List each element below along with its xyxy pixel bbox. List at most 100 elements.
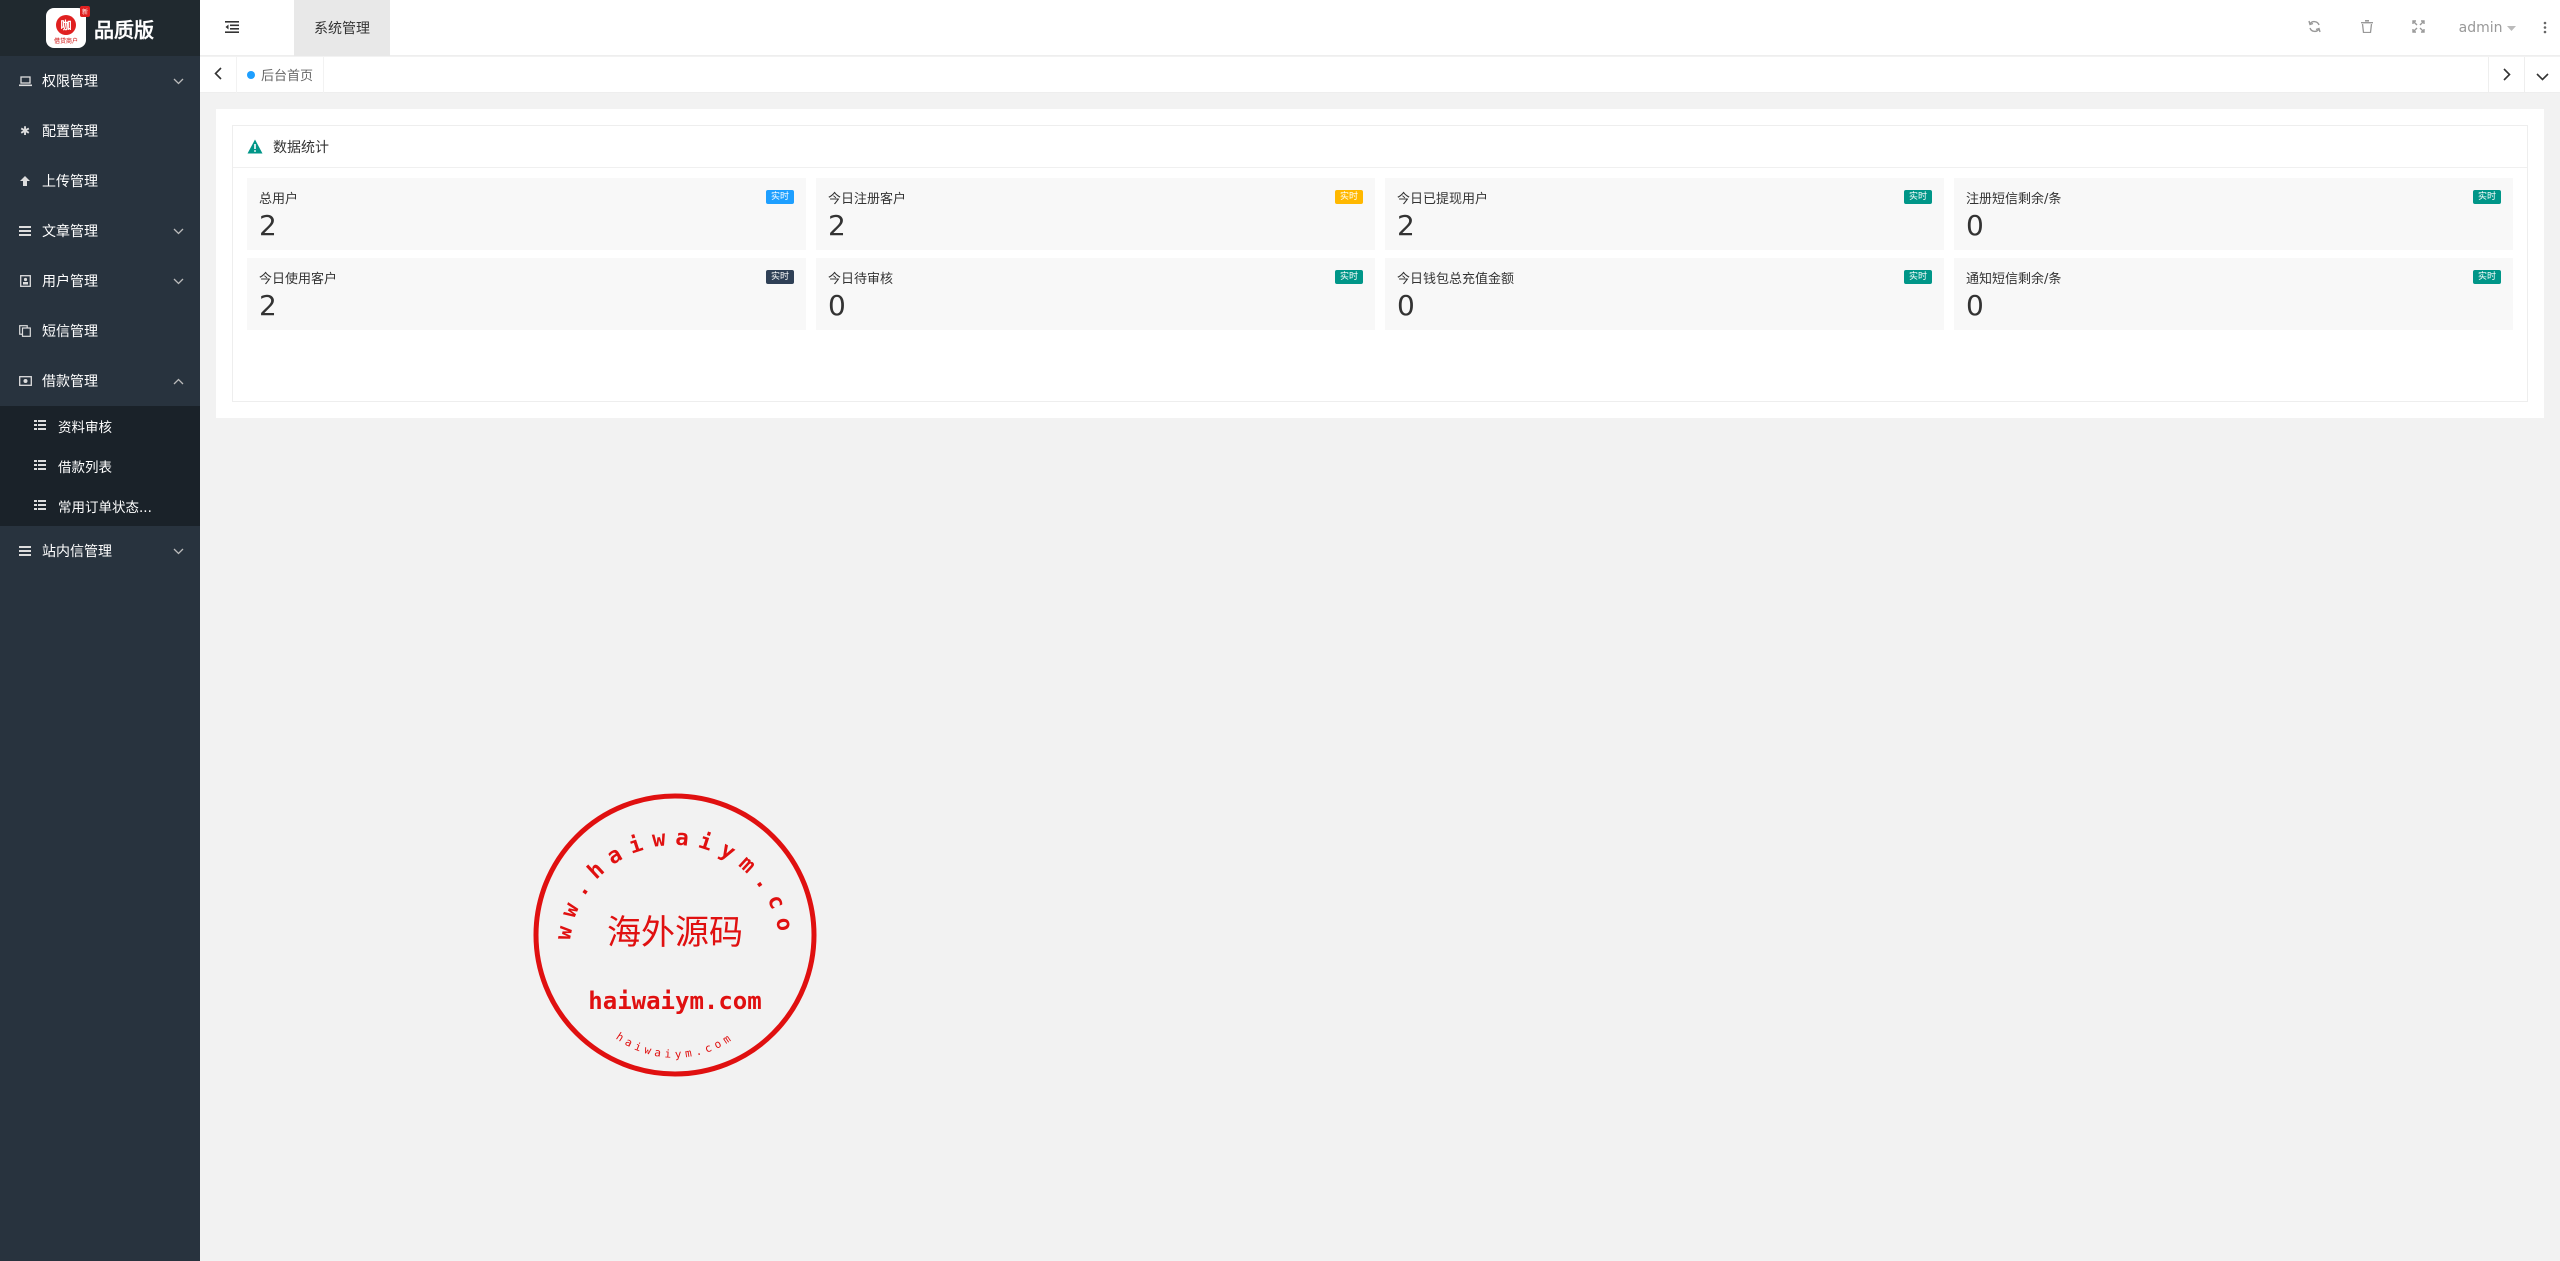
realtime-badge: 实时: [2472, 270, 2501, 284]
sidebar-item-config[interactable]: ✱ 配置管理: [0, 106, 200, 156]
main-content: 数据统计 总用户 2 实时 今日注册客户 2 实时 今日已提现用户 2 实时 注…: [216, 109, 2544, 418]
stat-value: 0: [1966, 209, 1984, 242]
stat-value: 2: [259, 289, 277, 322]
stat-label: 今日使用客户: [259, 272, 338, 287]
header-actions: admin: [2289, 0, 2560, 56]
sidebar-item-label: 用户管理: [42, 274, 98, 290]
tab-dashboard-home[interactable]: 后台首页: [236, 56, 325, 93]
stat-today-registered: 今日注册客户 2 实时: [816, 178, 1375, 250]
sidebar-subitem-label: 借款列表: [58, 460, 112, 476]
sidebar-item-label: 配置管理: [42, 124, 98, 140]
sidebar-subitem-order-status[interactable]: 常用订单状态...: [0, 486, 200, 526]
sidebar-item-permissions[interactable]: 权限管理: [0, 56, 200, 106]
page-tabs-bar: 后台首页: [200, 56, 2560, 93]
watermark-stamp: www.haiwaiym.com 海外源码 haiwaiym.com haiwa…: [532, 792, 817, 1077]
tabs-menu-button[interactable]: [2524, 57, 2560, 93]
realtime-badge: 实时: [1903, 270, 1932, 284]
chevron-up-icon: [173, 375, 184, 388]
stat-today-active: 今日使用客户 2 实时: [247, 258, 806, 330]
tab-system-management[interactable]: 系统管理: [294, 0, 390, 56]
fullscreen-icon[interactable]: [2393, 19, 2445, 37]
stat-label: 今日钱包总充值金额: [1397, 272, 1515, 287]
more-vertical-icon[interactable]: [2530, 19, 2560, 38]
stat-value: 2: [259, 209, 277, 242]
sidebar-item-label: 上传管理: [42, 174, 98, 190]
user-card-icon: [18, 274, 32, 288]
sidebar-item-label: 站内信管理: [42, 544, 112, 560]
sidebar-item-label: 短信管理: [42, 324, 98, 340]
stat-today-pending: 今日待审核 0 实时: [816, 258, 1375, 330]
stats-card-title: 数据统计: [273, 139, 329, 156]
sidebar-item-label: 权限管理: [42, 74, 98, 90]
stat-label: 今日已提现用户: [1397, 192, 1489, 207]
indent-icon: [225, 18, 239, 37]
money-icon: [18, 374, 32, 388]
tab-label: 后台首页: [261, 69, 314, 84]
stat-today-wallet-recharge: 今日钱包总充值金额 0 实时: [1385, 258, 1944, 330]
tabs-scroll-right-button[interactable]: [2488, 57, 2524, 93]
stat-value: 0: [828, 289, 846, 322]
stat-register-sms-remaining: 注册短信剩余/条 0 实时: [1954, 178, 2513, 250]
stat-label: 今日待审核: [828, 272, 894, 287]
sidebar: 新 咖 借贷商户 品质版 权限管理 ✱ 配置管理 上传管理 文章管理 用户管理 …: [0, 0, 200, 1261]
stat-total-users: 总用户 2 实时: [247, 178, 806, 250]
realtime-badge: 实时: [1903, 190, 1932, 204]
logo-image: 新 咖 借贷商户: [46, 6, 90, 48]
brand-name: 品质版: [94, 17, 154, 42]
logo-badge: 新: [79, 6, 90, 17]
stat-value: 2: [828, 209, 846, 242]
chevron-right-icon: [2502, 66, 2511, 85]
stats-grid: 总用户 2 实时 今日注册客户 2 实时 今日已提现用户 2 实时 注册短信剩余…: [233, 168, 2527, 340]
sidebar-toggle-button[interactable]: [200, 0, 264, 56]
active-dot-icon: [247, 70, 255, 79]
stat-label: 今日注册客户: [828, 192, 907, 207]
copy-icon: [18, 324, 32, 338]
sidebar-subitem-label: 资料审核: [58, 420, 112, 436]
realtime-badge: 实时: [1334, 270, 1363, 284]
user-menu[interactable]: admin: [2445, 20, 2530, 36]
stamp-domain-text: haiwaiym.com: [588, 987, 761, 1015]
logo-circle: 咖: [56, 15, 76, 35]
sidebar-item-messages[interactable]: 站内信管理: [0, 526, 200, 576]
stats-card-header: 数据统计: [233, 126, 2527, 168]
tabs-scroll-left-button[interactable]: [200, 57, 236, 93]
stamp-center-text: 海外源码: [607, 913, 743, 953]
list-icon: [34, 499, 48, 513]
chevron-down-icon: [173, 75, 184, 88]
list-icon: [34, 459, 48, 473]
stat-value: 2: [1397, 209, 1415, 242]
stat-value: 0: [1966, 289, 1984, 322]
caret-down-icon: [2507, 20, 2516, 36]
refresh-icon[interactable]: [2289, 20, 2341, 37]
chevron-down-icon: [2536, 66, 2549, 85]
trash-icon[interactable]: [2341, 19, 2393, 37]
logo[interactable]: 新 咖 借贷商户 品质版: [0, 0, 200, 56]
chevron-left-icon: [214, 65, 222, 84]
realtime-badge: 实时: [1334, 190, 1363, 204]
sidebar-item-articles[interactable]: 文章管理: [0, 206, 200, 256]
list-icon: [18, 544, 32, 558]
stats-card: 数据统计 总用户 2 实时 今日注册客户 2 实时 今日已提现用户 2 实时 注…: [232, 125, 2528, 402]
chevron-down-icon: [173, 545, 184, 558]
gear-icon: ✱: [19, 124, 31, 138]
stamp-bottom-text: haiwaiym.com: [614, 1030, 737, 1061]
list-icon: [18, 224, 32, 238]
stat-label: 通知短信剩余/条: [1966, 272, 2062, 287]
username: admin: [2458, 20, 2503, 36]
sidebar-item-loans[interactable]: 借款管理: [0, 356, 200, 406]
chevron-down-icon: [173, 275, 184, 288]
warning-icon: [247, 139, 263, 155]
sidebar-item-upload[interactable]: 上传管理: [0, 156, 200, 206]
sidebar-subitem-data-review[interactable]: 资料审核: [0, 406, 200, 446]
sidebar-subitem-loan-list[interactable]: 借款列表: [0, 446, 200, 486]
chevron-down-icon: [173, 225, 184, 238]
loans-submenu: 资料审核 借款列表 常用订单状态...: [0, 406, 200, 526]
tabs-right-controls: [2488, 57, 2560, 93]
top-header: 系统管理 admin: [200, 0, 2560, 56]
sidebar-item-sms[interactable]: 短信管理: [0, 306, 200, 356]
sidebar-item-users[interactable]: 用户管理: [0, 256, 200, 306]
logo-small-text: 借贷商户: [53, 38, 78, 45]
list-icon: [34, 419, 48, 433]
realtime-badge: 实时: [765, 190, 794, 204]
laptop-icon: [18, 74, 32, 88]
